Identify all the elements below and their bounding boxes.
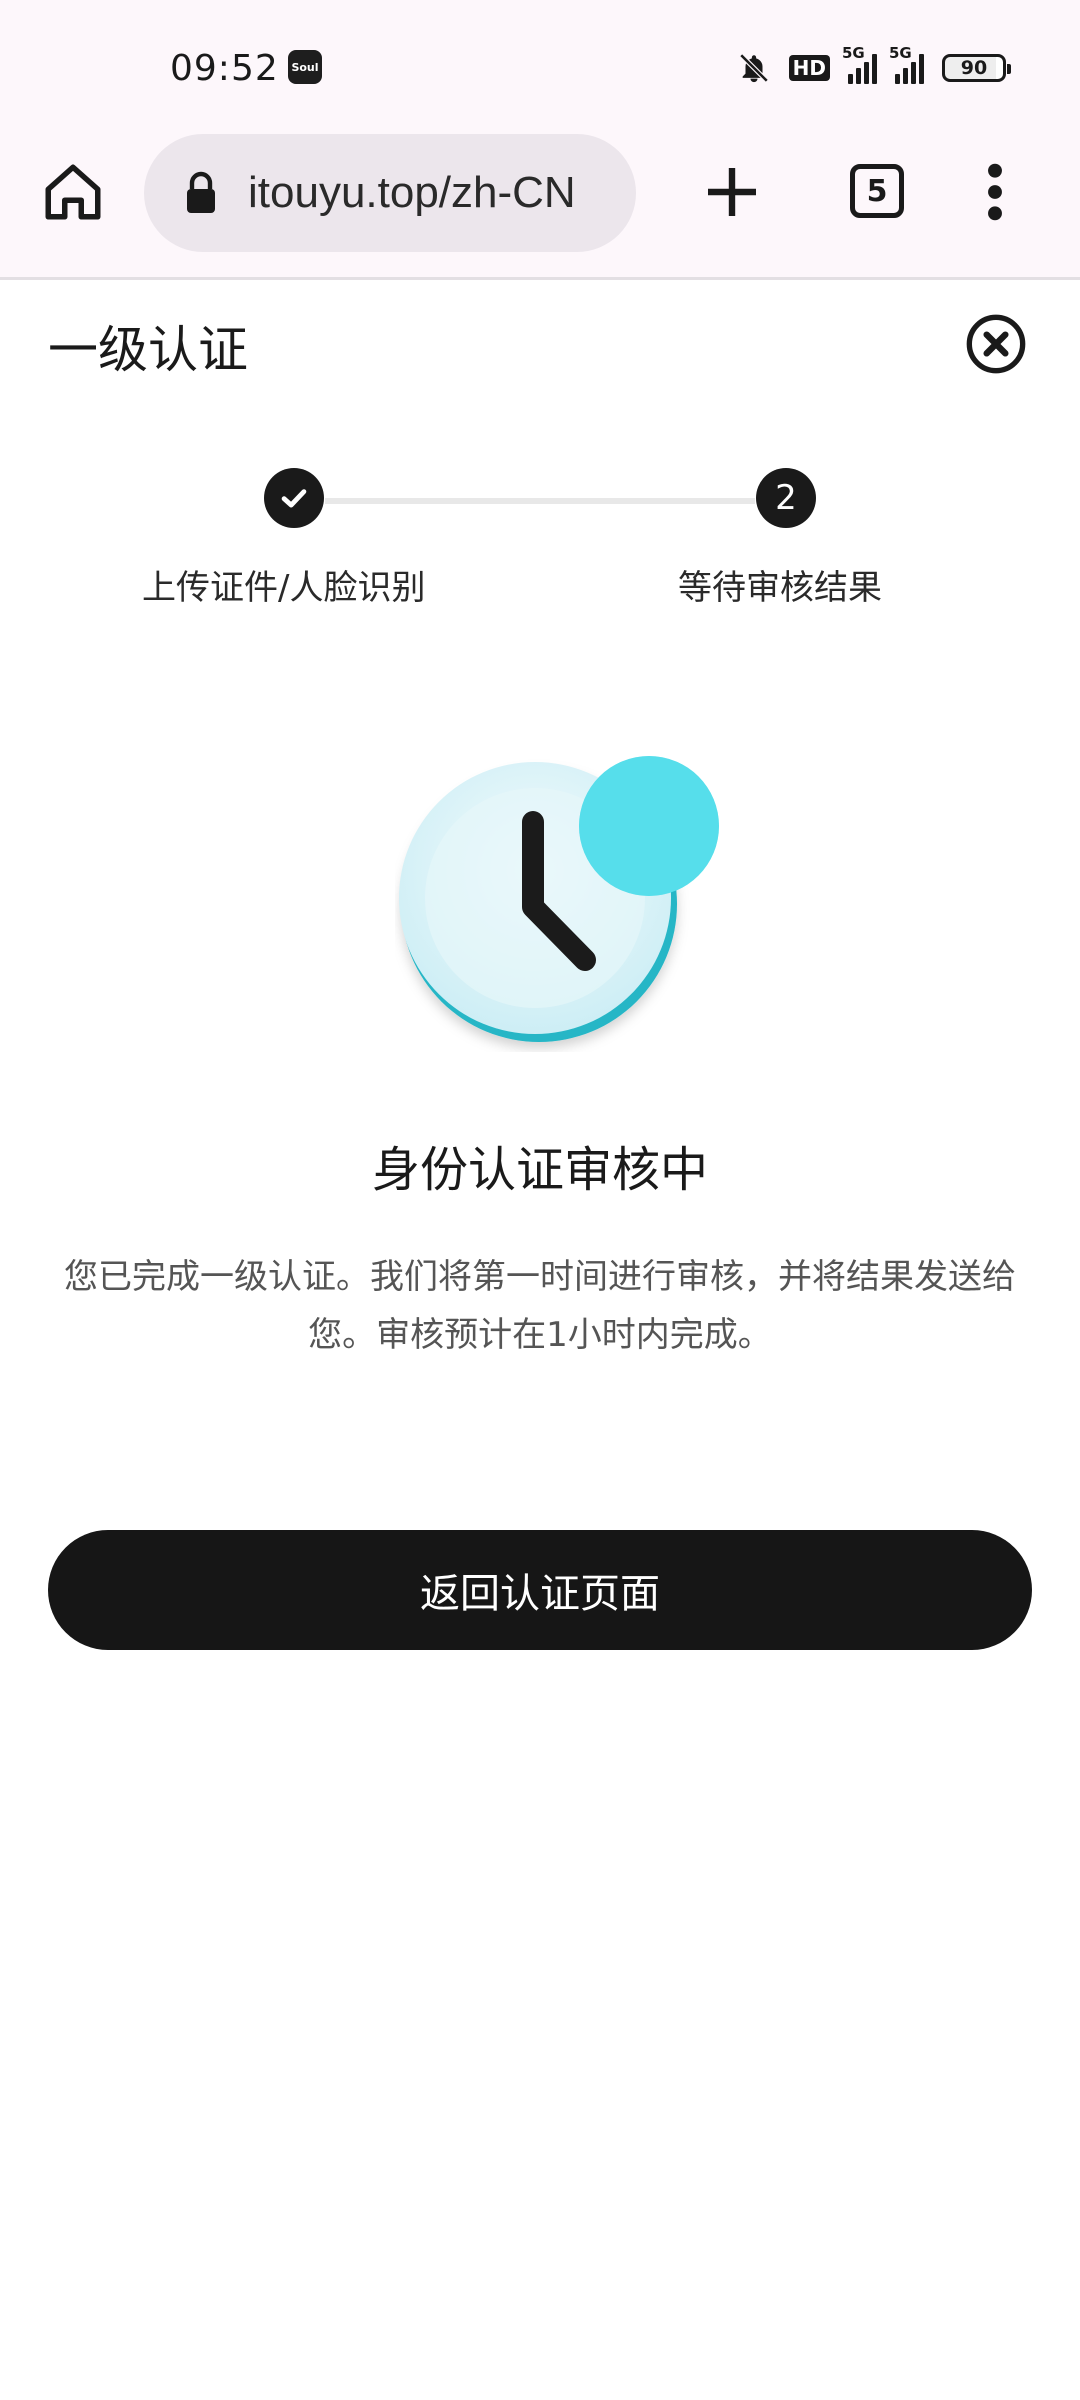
status-time: 09:52: [170, 48, 279, 89]
signal-icon: 5G: [842, 44, 877, 84]
step-2-current: 2: [756, 468, 816, 528]
status-bar: 09:52 Soul HD 5G 5G 90: [0, 0, 1080, 140]
step-connector: [325, 498, 755, 504]
url-bar[interactable]: itouyu.top/zh-CN: [144, 134, 636, 252]
step-1-done: [264, 468, 324, 528]
tabs-button[interactable]: 5: [850, 164, 904, 218]
more-vert-icon[interactable]: [980, 160, 1010, 224]
close-circle-icon[interactable]: [964, 312, 1028, 376]
battery-icon: 90: [942, 54, 1011, 82]
url-text: itouyu.top/zh-CN: [248, 168, 576, 217]
status-title: 身份认证审核中: [371, 1142, 708, 1198]
lock-icon: [187, 171, 215, 213]
home-icon[interactable]: [40, 159, 106, 225]
bell-off-icon: [739, 53, 769, 83]
browser-chrome: 09:52 Soul HD 5G 5G 90 itouyu.top/zh-CN …: [0, 0, 1080, 280]
check-icon: [281, 489, 307, 508]
plus-icon[interactable]: [700, 160, 764, 224]
signal-label: 5G: [889, 44, 912, 62]
status-icons: HD 5G 5G 90: [737, 44, 1011, 90]
back-to-verification-button[interactable]: 返回认证页面: [48, 1530, 1032, 1650]
progress-stepper: 2 上传证件/人脸识别 等待审核结果: [0, 468, 1080, 608]
signal-label: 5G: [842, 44, 865, 62]
clock-icon: [399, 756, 719, 1042]
status-description: 您已完成一级认证。我们将第一时间进行审核，并将结果发送给您。审核预计在1小时内完…: [64, 1257, 1016, 1355]
signal-icon: 5G: [889, 44, 924, 84]
hd-badge: HD: [788, 55, 830, 81]
soul-app-icon: Soul: [288, 50, 322, 84]
browser-toolbar: itouyu.top/zh-CN 5: [0, 134, 1080, 254]
step-2-label: 等待审核结果: [678, 568, 882, 608]
step-1-label: 上传证件/人脸识别: [142, 568, 426, 608]
page-title: 一级认证: [48, 321, 248, 379]
